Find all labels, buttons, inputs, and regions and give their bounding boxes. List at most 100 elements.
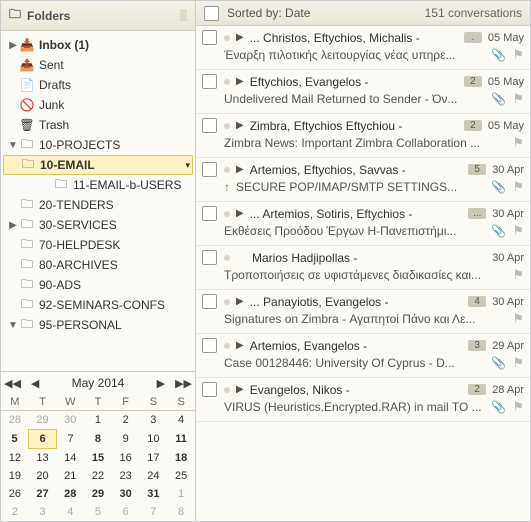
cal-day[interactable]: 31 (140, 485, 168, 503)
cal-day[interactable]: 7 (56, 430, 84, 449)
flag-icon[interactable]: ⚑ (512, 399, 524, 415)
folder-item[interactable]: 🗀10-EMAIL▾ (3, 155, 193, 175)
cal-day[interactable]: 25 (167, 467, 195, 485)
cal-next-month[interactable]: ▶ (154, 377, 168, 390)
cal-day[interactable]: 17 (140, 449, 168, 468)
cal-day[interactable]: 26 (1, 485, 29, 503)
folder-item[interactable]: 🗀70-HELPDESK (1, 235, 195, 255)
expand-icon[interactable]: ▶ (236, 384, 244, 395)
folder-item[interactable]: 🗀90-ADS (1, 275, 195, 295)
folder-item[interactable]: 🗀20-TENDERS (1, 195, 195, 215)
twisty-icon[interactable]: ▼ (7, 140, 19, 151)
cal-day[interactable]: 4 (56, 503, 84, 521)
conversation-item[interactable]: ▶Artemios, Evangelos -329 AprCase 001284… (196, 334, 530, 378)
collapse-grip-icon[interactable]: ▒ (180, 10, 187, 21)
flag-icon[interactable]: ⚑ (512, 135, 524, 151)
expand-icon[interactable]: ▶ (236, 164, 244, 175)
folder-item[interactable]: ▶🗀30-SERVICES (1, 215, 195, 235)
conversation-item[interactable]: ▶... Panayiotis, Evangelos -430 AprSigna… (196, 290, 530, 334)
folder-item[interactable]: 🗀80-ARCHIVES (1, 255, 195, 275)
folder-item[interactable]: ▼🗀10-PROJECTS (1, 135, 195, 155)
cal-day[interactable]: 29 (29, 411, 57, 430)
conv-checkbox[interactable] (202, 118, 217, 133)
cal-day[interactable]: 21 (56, 467, 84, 485)
expand-icon[interactable]: ▶ (236, 208, 244, 219)
cal-day[interactable]: 5 (84, 503, 112, 521)
cal-day[interactable]: 19 (1, 467, 29, 485)
cal-prev-month[interactable]: ◀ (28, 377, 42, 390)
cal-day[interactable]: 22 (84, 467, 112, 485)
cal-day[interactable]: 13 (29, 449, 57, 468)
expand-icon[interactable]: ▶ (236, 340, 244, 351)
folder-menu-icon[interactable]: ▾ (185, 160, 190, 171)
cal-day[interactable]: 30 (112, 485, 140, 503)
flag-icon[interactable]: ⚑ (512, 179, 524, 195)
cal-day[interactable]: 7 (140, 503, 168, 521)
cal-day[interactable]: 8 (167, 503, 195, 521)
conversation-item[interactable]: ▶Evangelos, Nikos -228 AprVIRUS (Heurist… (196, 378, 530, 422)
cal-day[interactable]: 1 (84, 411, 112, 430)
select-all-checkbox[interactable] (204, 6, 219, 21)
cal-day[interactable]: 2 (112, 411, 140, 430)
conv-checkbox[interactable] (202, 338, 217, 353)
folder-item[interactable]: 🗑Trash (1, 115, 195, 135)
flag-icon[interactable]: ⚑ (512, 355, 524, 371)
cal-day[interactable]: 3 (29, 503, 57, 521)
folder-item[interactable]: 🗀11-EMAIL-b-USERS (1, 175, 195, 195)
expand-icon[interactable]: ▶ (236, 296, 244, 307)
flag-icon[interactable]: ⚑ (512, 223, 524, 239)
cal-day[interactable]: 12 (1, 449, 29, 468)
twisty-icon[interactable]: ▼ (7, 320, 19, 331)
cal-day[interactable]: 16 (112, 449, 140, 468)
cal-day[interactable]: 6 (29, 430, 57, 449)
flag-icon[interactable]: ⚑ (512, 91, 524, 107)
cal-day[interactable]: 28 (56, 485, 84, 503)
cal-day[interactable]: 5 (1, 430, 29, 449)
cal-day[interactable]: 23 (112, 467, 140, 485)
conv-checkbox[interactable] (202, 206, 217, 221)
cal-day[interactable]: 15 (84, 449, 112, 468)
conv-checkbox[interactable] (202, 294, 217, 309)
cal-day[interactable]: 18 (167, 449, 195, 468)
cal-day[interactable]: 20 (29, 467, 57, 485)
cal-prev-year[interactable]: ◀◀ (1, 377, 24, 390)
cal-day[interactable]: 6 (112, 503, 140, 521)
cal-next-year[interactable]: ▶▶ (172, 377, 195, 390)
conv-checkbox[interactable] (202, 74, 217, 89)
cal-day[interactable]: 4 (167, 411, 195, 430)
cal-day[interactable]: 29 (84, 485, 112, 503)
folder-item[interactable]: 🗀92-SEMINARS-CONFS (1, 295, 195, 315)
folder-item[interactable]: 📄Drafts (1, 75, 195, 95)
sort-indicator[interactable]: Sorted by: Date (227, 6, 417, 20)
cal-day[interactable]: 9 (112, 430, 140, 449)
cal-day[interactable]: 30 (56, 411, 84, 430)
cal-day[interactable]: 1 (167, 485, 195, 503)
flag-icon[interactable]: ⚑ (512, 267, 524, 283)
cal-day[interactable]: 28 (1, 411, 29, 430)
conv-checkbox[interactable] (202, 382, 217, 397)
conversation-item[interactable]: ▶... Christos, Eftychios, Michalis -.05 … (196, 26, 530, 70)
conversation-item[interactable]: ▶Zimbra, Eftychios Eftychiou -205 MayZim… (196, 114, 530, 158)
twisty-icon[interactable]: ▶ (7, 220, 19, 231)
conversation-item[interactable]: ▶Eftychios, Evangelos -205 MayUndelivere… (196, 70, 530, 114)
expand-icon[interactable]: ▶ (236, 76, 244, 87)
folder-item[interactable]: 📤Sent (1, 55, 195, 75)
cal-day[interactable]: 2 (1, 503, 29, 521)
conv-checkbox[interactable] (202, 250, 217, 265)
cal-day[interactable]: 8 (84, 430, 112, 449)
flag-icon[interactable]: ⚑ (512, 311, 524, 327)
conversation-list[interactable]: ▶... Christos, Eftychios, Michalis -.05 … (196, 26, 530, 521)
cal-day[interactable]: 27 (29, 485, 57, 503)
folder-item[interactable]: ▶📥Inbox (1) (1, 35, 195, 55)
conv-checkbox[interactable] (202, 30, 217, 45)
cal-day[interactable]: 11 (167, 430, 195, 449)
conversation-item[interactable]: ▶... Artemios, Sotiris, Eftychios -...30… (196, 202, 530, 246)
expand-icon[interactable]: ▶ (236, 32, 244, 43)
folder-item[interactable]: ▼🗀95-PERSONAL (1, 315, 195, 335)
folder-item[interactable]: 🚫Junk (1, 95, 195, 115)
twisty-icon[interactable]: ▶ (7, 40, 19, 51)
cal-day[interactable]: 24 (140, 467, 168, 485)
flag-icon[interactable]: ⚑ (512, 47, 524, 63)
cal-day[interactable]: 3 (140, 411, 168, 430)
conv-checkbox[interactable] (202, 162, 217, 177)
